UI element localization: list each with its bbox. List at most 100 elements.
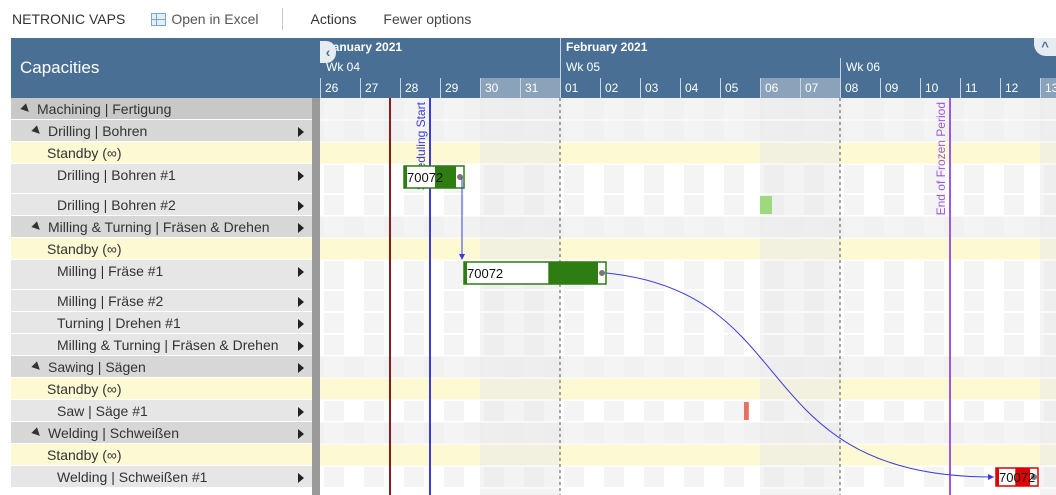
week-label: Wk 06 — [846, 60, 881, 74]
expand-triangle-icon[interactable] — [31, 220, 43, 233]
row-menu-arrow-icon[interactable] — [298, 473, 304, 483]
day-slot — [964, 99, 984, 119]
capacity-label: Standby (∞) — [47, 380, 122, 397]
row-menu-arrow-icon[interactable] — [298, 201, 304, 211]
day-slot — [884, 291, 904, 311]
row-menu-arrow-icon[interactable] — [298, 223, 304, 233]
capacity-group-row[interactable]: Drilling | Bohren — [11, 120, 312, 142]
capacity-row[interactable]: Milling | Fräse #2 — [11, 290, 312, 312]
day-slot — [844, 99, 864, 119]
day-cell: 11 — [960, 78, 1000, 98]
gantt-chart-area[interactable]: Scheduling Start End of Frozen Period 7007… — [320, 98, 1056, 495]
marker-label: End of Frozen Period — [934, 102, 948, 215]
day-cell: 27 — [360, 78, 400, 98]
day-cell: 07 — [800, 78, 840, 98]
day-slot — [444, 261, 464, 289]
day-cell: 04 — [680, 78, 720, 98]
day-cell: 29 — [440, 78, 480, 98]
day-slot — [724, 401, 744, 421]
day-cell: 01 — [560, 78, 600, 98]
day-slot — [684, 195, 704, 215]
day-slot — [964, 291, 984, 311]
capacity-group-row[interactable]: Milling & Turning | Fräsen & Drehen — [11, 216, 312, 238]
row-menu-arrow-icon[interactable] — [298, 319, 304, 329]
expand-triangle-icon[interactable] — [31, 360, 43, 373]
capacity-row[interactable]: Saw | Säge #1 — [11, 400, 312, 422]
day-slot — [844, 335, 864, 355]
link-handle[interactable] — [599, 270, 605, 276]
capacity-label: Milling | Fräse #2 — [57, 292, 164, 309]
row-menu-arrow-icon[interactable] — [298, 341, 304, 351]
capacity-load-bar[interactable] — [744, 402, 749, 420]
capacity-row[interactable]: Drilling | Bohren #2 — [11, 194, 312, 216]
day-slot — [644, 313, 664, 333]
open-in-excel-button[interactable]: Open in Excel — [125, 11, 258, 27]
day-slot — [404, 195, 424, 215]
day-slot — [724, 99, 744, 119]
excel-icon — [151, 12, 167, 26]
day-slot — [324, 423, 344, 443]
day-slot — [564, 423, 584, 443]
day-slot — [684, 423, 704, 443]
day-slot — [724, 423, 744, 443]
day-slot — [884, 217, 904, 237]
day-slot — [844, 401, 864, 421]
day-cell: 02 — [600, 78, 640, 98]
open-in-excel-label: Open in Excel — [171, 11, 259, 27]
expand-triangle-icon[interactable] — [31, 426, 43, 439]
row-menu-arrow-icon[interactable] — [298, 407, 304, 417]
day-slot — [444, 121, 464, 141]
day-slot — [684, 217, 704, 237]
expand-triangle-icon[interactable] — [20, 102, 32, 115]
actions-menu-button[interactable]: Actions — [283, 11, 356, 27]
day-slot — [724, 261, 744, 289]
day-slot — [324, 313, 344, 333]
standby-row[interactable]: Standby (∞) — [11, 142, 312, 164]
fewer-options-button[interactable]: Fewer options — [356, 11, 471, 27]
day-slot — [564, 335, 584, 355]
gantt-canvas[interactable]: Scheduling Start End of Frozen Period7007… — [320, 98, 1056, 495]
capacity-label: Drilling | Bohren — [48, 122, 148, 139]
capacity-label: Welding | Schweißen #1 — [57, 468, 208, 485]
row-menu-arrow-icon[interactable] — [298, 297, 304, 307]
standby-row[interactable]: Standby (∞) — [11, 378, 312, 400]
day-slot — [324, 261, 344, 289]
capacity-row[interactable]: Milling & Turning | Fräsen & Drehen — [11, 334, 312, 356]
splitter-handle[interactable] — [312, 38, 320, 495]
day-slot — [924, 401, 944, 421]
day-slot — [1004, 121, 1024, 141]
day-slot — [444, 313, 464, 333]
day-slot — [684, 357, 704, 377]
day-slot — [444, 217, 464, 237]
capacity-row[interactable]: Drilling | Bohren #1 — [11, 164, 312, 194]
weekend-shade — [520, 98, 560, 495]
day-slot — [964, 195, 984, 215]
capacity-group-row[interactable]: Machining | Fertigung — [11, 98, 312, 120]
row-menu-arrow-icon[interactable] — [298, 363, 304, 373]
capacity-label: Standby (∞) — [47, 446, 122, 463]
capacity-row[interactable]: Welding | Schweißen #1 — [11, 466, 312, 488]
day-slot — [404, 357, 424, 377]
row-menu-arrow-icon[interactable] — [298, 171, 304, 181]
day-slot — [924, 313, 944, 333]
capacity-row[interactable]: Milling | Fräse #1 — [11, 260, 312, 290]
standby-row[interactable]: Standby (∞) — [11, 444, 312, 466]
expand-triangle-icon[interactable] — [31, 124, 43, 137]
row-menu-arrow-icon[interactable] — [298, 267, 304, 277]
day-slot — [684, 291, 704, 311]
capacity-row[interactable]: Turning | Drehen #1 — [11, 312, 312, 334]
standby-row[interactable]: Standby (∞) — [11, 238, 312, 260]
row-menu-arrow-icon[interactable] — [298, 127, 304, 137]
weekend-shade — [760, 98, 800, 495]
day-slot — [884, 467, 904, 487]
day-cell: 13 — [1040, 78, 1056, 98]
row-menu-arrow-icon[interactable] — [298, 429, 304, 439]
capacity-group-row[interactable]: Welding | Schweißen — [11, 422, 312, 444]
day-slot — [444, 195, 464, 215]
capacity-group-row[interactable]: Sawing | Sägen — [11, 356, 312, 378]
day-slot — [564, 291, 584, 311]
capacity-load-bar[interactable] — [760, 196, 772, 214]
day-slot — [884, 423, 904, 443]
day-slot — [924, 357, 944, 377]
day-slot — [844, 165, 864, 193]
